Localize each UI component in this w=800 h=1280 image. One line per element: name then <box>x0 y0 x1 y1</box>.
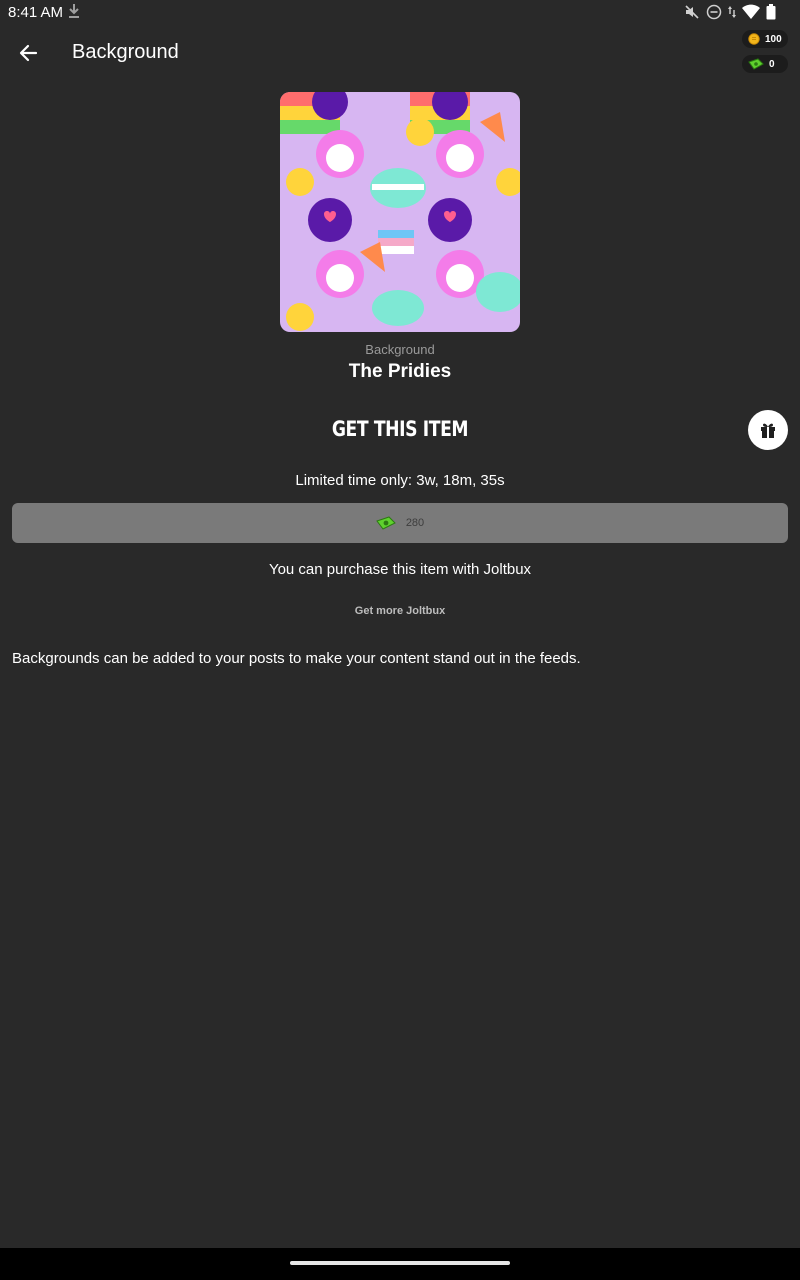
item-name: The Pridies <box>348 361 452 382</box>
item-description: Backgrounds can be added to your posts t… <box>12 650 581 667</box>
get-item-heading: GET THIS ITEM <box>331 417 469 441</box>
status-time: 8:41 AM <box>8 4 64 21</box>
arrow-left-icon <box>19 44 38 62</box>
item-type-label: Background <box>365 342 435 357</box>
coin-icon <box>748 33 760 45</box>
purchase-button[interactable]: 280 <box>12 503 788 543</box>
joltbux-balance-value: 0 <box>769 58 775 70</box>
battery-icon <box>766 4 776 25</box>
do-not-disturb-icon <box>706 4 722 25</box>
home-gesture-handle[interactable] <box>290 1261 510 1265</box>
page-title: Background <box>72 41 179 63</box>
status-bar: 8:41 AM <box>0 0 800 24</box>
download-icon <box>68 3 80 24</box>
joltbux-icon <box>748 58 764 70</box>
status-icons <box>684 4 776 25</box>
purchase-info-text: You can purchase this item with Joltbux <box>268 561 532 578</box>
gift-icon <box>761 423 775 438</box>
item-preview-image <box>280 92 520 332</box>
coin-balance[interactable]: 100 <box>742 30 788 48</box>
wifi-icon <box>742 4 760 25</box>
back-button[interactable] <box>14 38 44 68</box>
get-more-joltbux-link[interactable]: Get more Joltbux <box>0 605 800 617</box>
joltbux-balance[interactable]: 0 <box>742 55 788 73</box>
gift-button[interactable] <box>748 410 788 450</box>
limited-time-text: Limited time only: 3w, 18m, 35s <box>295 472 505 489</box>
data-transfer-icon <box>728 4 736 25</box>
purchase-price: 280 <box>405 517 425 529</box>
mute-icon <box>684 4 700 25</box>
app-bar: Background <box>0 24 800 82</box>
joltbux-icon <box>375 516 396 530</box>
coin-balance-value: 100 <box>765 33 782 45</box>
system-nav-bar <box>0 1248 800 1280</box>
